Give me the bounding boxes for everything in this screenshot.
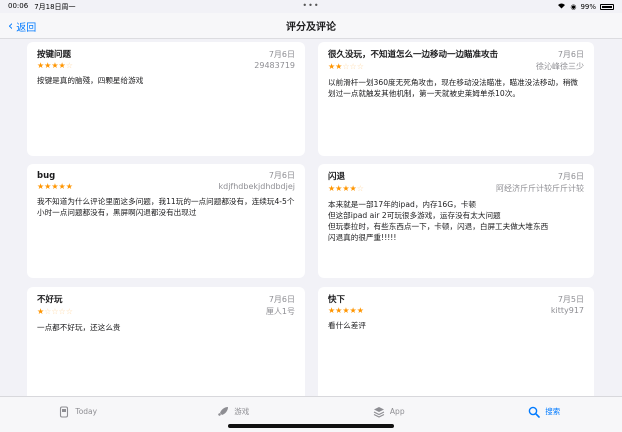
review-title: 闪退: [328, 172, 346, 182]
review-card[interactable]: 不好玩 7月6日 ★☆☆☆☆ 厘人1号 一点都不好玩，还这么贵: [27, 287, 305, 396]
review-author: kdjfhdbekjdhdbdjej: [218, 182, 295, 191]
review-card[interactable]: 闪退 7月6日 ★★★★☆ 阿经济斤斤计较斤斤计较 本来就是一部17年的ipad…: [318, 164, 594, 278]
status-time: 00:06: [8, 1, 29, 10]
tab-label: 搜索: [545, 407, 561, 416]
star-filled-icon: ★: [51, 182, 59, 191]
star-filled-icon: ★: [58, 61, 66, 70]
star-filled-icon: ★: [349, 306, 357, 315]
review-title: 快下: [328, 295, 346, 305]
star-empty-icon: ☆: [356, 184, 364, 193]
review-author: kitty917: [550, 306, 584, 315]
reviews-list[interactable]: 按键问题 7月6日 ★★★★☆ 29483719 按键是真的脑殘，四颗星给游戏 …: [0, 39, 622, 396]
status-bar: 00:06 7月18日周一 ••• ◉ 99%: [0, 0, 622, 13]
tab-today[interactable]: Today: [0, 397, 156, 432]
today-icon: [58, 405, 70, 418]
star-empty-icon: ☆: [349, 62, 357, 71]
tab-search[interactable]: 搜索: [467, 397, 622, 432]
star-empty-icon: ☆: [58, 307, 66, 316]
review-body: 看什么差评: [328, 321, 366, 330]
star-filled-icon: ★: [356, 306, 364, 315]
multitask-dots-icon[interactable]: •••: [302, 1, 319, 10]
star-empty-icon: ☆: [65, 61, 73, 70]
review-author: 阿经济斤斤计较斤斤计较: [496, 184, 584, 193]
star-filled-icon: ★: [58, 182, 66, 191]
search-icon: [528, 406, 541, 418]
review-title: 很久没玩，不知道怎么一边移动一边瞄准攻击: [328, 50, 499, 60]
star-filled-icon: ★: [349, 184, 357, 193]
tab-label: 游戏: [234, 407, 250, 416]
review-body: 一点都不好玩，还这么贵: [37, 323, 121, 332]
star-rating: ★★☆☆☆: [328, 62, 364, 71]
star-filled-icon: ★: [342, 306, 350, 315]
star-rating: ★★★★☆: [37, 61, 73, 70]
review-card[interactable]: 很久没玩，不知道怎么一边移动一边瞄准攻击 7月6日 ★★☆☆☆ 徐沁峰徐三少 以…: [318, 42, 594, 156]
review-author: 厘人1号: [265, 307, 295, 316]
star-rating: ★★★★☆: [328, 184, 364, 193]
rocket-icon: [217, 406, 229, 418]
wifi-icon: [557, 2, 566, 11]
star-rating: ★★★★★: [328, 306, 364, 315]
review-body: 我不知道为什么评论里面这多问题，我11玩的一点问题都没有，连续玩4-5个小时一点…: [37, 197, 295, 217]
back-button[interactable]: ‹ 返回: [8, 18, 37, 35]
review-card[interactable]: 按键问题 7月6日 ★★★★☆ 29483719 按键是真的脑殘，四颗星给游戏: [27, 42, 305, 156]
review-date: 7月5日: [557, 295, 584, 304]
status-date: 7月18日周一: [34, 2, 76, 11]
star-empty-icon: ☆: [356, 62, 364, 71]
tab-label: App: [389, 407, 405, 416]
review-date: 7月6日: [268, 50, 295, 59]
lock-rotation-icon: ◉: [570, 2, 577, 11]
star-empty-icon: ☆: [51, 307, 59, 316]
review-body: 本来就是一部17年的ipad，内存16G，卡顿 但这部ipad air 2可玩很…: [328, 200, 549, 242]
review-author: 徐沁峰徐三少: [536, 62, 584, 71]
star-rating: ★☆☆☆☆: [37, 307, 73, 316]
review-date: 7月6日: [557, 50, 584, 59]
home-indicator[interactable]: [228, 424, 394, 428]
review-body: 按键是真的脑殘，四颗星给游戏: [37, 76, 144, 85]
page-title: 评分及评论: [286, 22, 336, 33]
review-author: 29483719: [254, 61, 295, 70]
star-rating: ★★★★★: [37, 182, 73, 191]
app-stack-icon: [373, 406, 385, 418]
star-filled-icon: ★: [51, 61, 59, 70]
star-filled-icon: ★: [65, 182, 73, 191]
review-body: 以前滑杆一划360度无死角攻击，现在移动没法瞄准，瞄准没法移动，稍微划过一点就触…: [328, 78, 578, 98]
review-title: bug: [37, 171, 56, 181]
review-title: 按键问题: [37, 50, 72, 60]
review-card[interactable]: bug 7月6日 ★★★★★ kdjfhdbekjdhdbdjej 我不知道为什…: [27, 164, 305, 278]
review-date: 7月6日: [268, 295, 295, 304]
back-label: 返回: [16, 23, 37, 34]
chevron-left-icon: ‹: [8, 18, 14, 34]
star-empty-icon: ☆: [65, 307, 73, 316]
navigation-bar: ‹ 返回 评分及评论: [0, 13, 622, 39]
review-date: 7月6日: [557, 172, 584, 181]
review-date: 7月6日: [268, 171, 295, 180]
star-empty-icon: ☆: [342, 62, 350, 71]
battery-percent: 99%: [580, 2, 596, 11]
battery-icon: [600, 3, 614, 10]
review-title: 不好玩: [37, 295, 63, 305]
tab-label: Today: [75, 407, 98, 416]
star-filled-icon: ★: [342, 184, 350, 193]
review-card[interactable]: 快下 7月5日 ★★★★★ kitty917 看什么差评: [318, 287, 594, 396]
